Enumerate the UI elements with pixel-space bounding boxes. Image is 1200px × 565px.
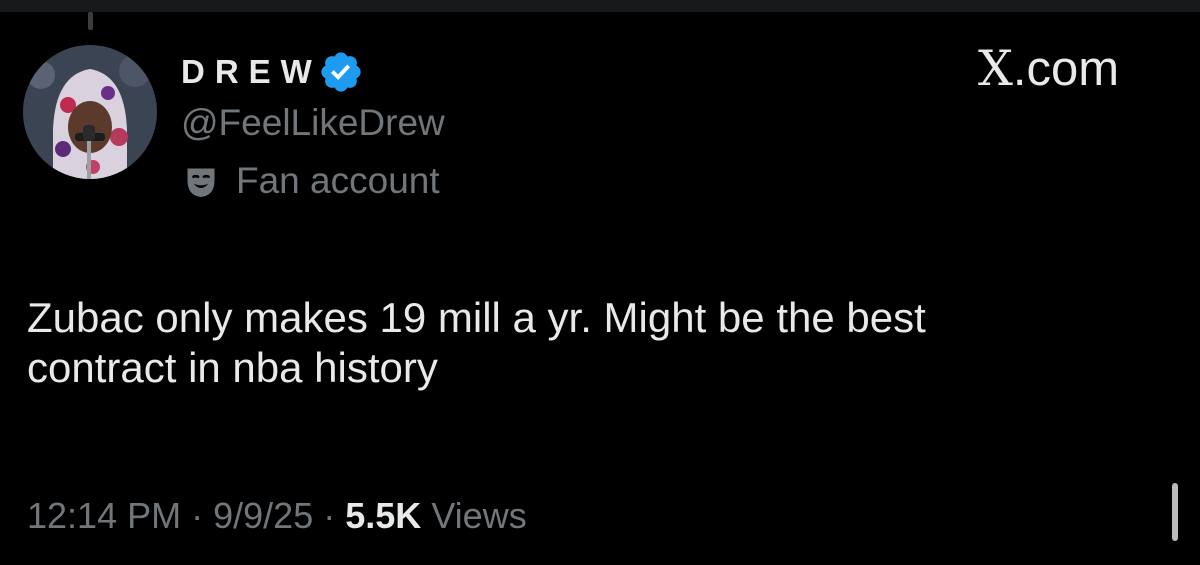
- tweet-text-line: contract in nba history: [27, 344, 438, 391]
- top-bar: [0, 0, 1200, 12]
- tweet-text: Zubac only makes 19 mill a yr. Might be …: [27, 293, 1147, 393]
- meta-separator: ·: [191, 495, 204, 536]
- meta-separator: ·: [323, 495, 336, 536]
- avatar-image: [23, 45, 157, 179]
- tweet-metadata: 12:14 PM · 9/9/25 · 5.5K Views: [27, 494, 527, 538]
- x-logo-icon: X: [978, 40, 1013, 97]
- affiliation-label: Fan account: [236, 160, 440, 201]
- views-label: Views: [431, 495, 527, 536]
- theater-mask-icon: [187, 168, 215, 197]
- user-handle[interactable]: @FeelLikeDrew: [181, 102, 445, 144]
- display-name[interactable]: DREW: [181, 54, 322, 90]
- thread-connector-line: [88, 12, 93, 30]
- verified-badge-icon[interactable]: [318, 49, 364, 95]
- avatar[interactable]: [23, 45, 157, 179]
- tweet-text-line: Zubac only makes 19 mill a yr. Might be …: [27, 294, 926, 341]
- tweet-date[interactable]: 9/9/25: [213, 495, 313, 536]
- views-count: 5.5K: [345, 495, 422, 536]
- scrollbar[interactable]: [1172, 483, 1178, 541]
- brand-label: X.com: [978, 40, 1120, 97]
- tweet-time[interactable]: 12:14 PM: [27, 495, 181, 536]
